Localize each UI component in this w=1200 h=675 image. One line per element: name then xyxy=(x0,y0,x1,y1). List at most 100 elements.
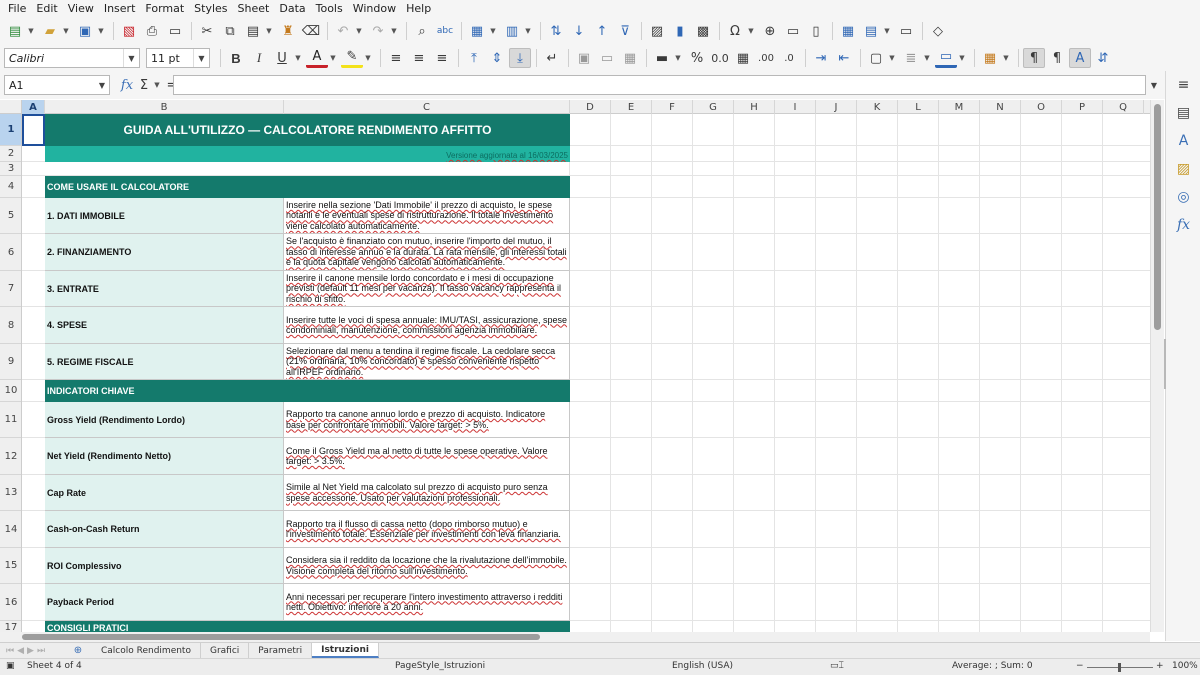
bold-icon[interactable]: B xyxy=(225,48,247,68)
indicator-5-description[interactable]: Considera sia il reddito da locazione ch… xyxy=(284,548,570,584)
autofilter-icon[interactable]: ⊽ xyxy=(614,21,636,41)
step-5-label[interactable]: 5. REGIME FISCALE xyxy=(45,344,284,380)
menu-styles[interactable]: Styles xyxy=(190,2,231,15)
row-header-15[interactable]: 15 xyxy=(0,548,21,584)
undo-dropdown-icon[interactable]: ▼ xyxy=(355,21,363,41)
highlighting-color-icon[interactable]: ✎ xyxy=(341,48,363,68)
row-header-11[interactable]: 11 xyxy=(0,402,21,438)
paste-icon[interactable]: ▤ xyxy=(242,21,264,41)
underline-icon[interactable]: U xyxy=(271,48,293,68)
row-header-2[interactable]: 2 xyxy=(0,146,21,162)
row-header-3[interactable]: 3 xyxy=(0,162,21,176)
indicator-2-label[interactable]: Net Yield (Rendimento Netto) xyxy=(45,438,284,475)
decrease-indent-icon[interactable]: ⇤ xyxy=(833,48,855,68)
header-footer-icon[interactable]: ▯ xyxy=(805,21,827,41)
section-header-indicators[interactable]: INDICATORI CHIAVE xyxy=(45,380,570,402)
text-orientation-horizontal-icon[interactable]: A xyxy=(1069,48,1091,68)
row-header-8[interactable]: 8 xyxy=(0,307,21,344)
sidebar-menu-icon[interactable]: ≡ xyxy=(1166,71,1200,99)
name-box[interactable]: A1 ▼ xyxy=(4,75,110,95)
percent-format-icon[interactable]: % xyxy=(686,48,708,68)
spellcheck-icon[interactable]: abc xyxy=(434,21,456,41)
zoom-out-icon[interactable]: − xyxy=(1076,661,1084,671)
column-header-n[interactable]: N xyxy=(980,100,1021,114)
row-header-14[interactable]: 14 xyxy=(0,511,21,548)
step-3-label[interactable]: 3. ENTRATE xyxy=(45,271,284,307)
define-print-area-icon[interactable]: ▦ xyxy=(837,21,859,41)
border-color-icon[interactable]: ▭ xyxy=(935,48,957,68)
align-bottom-icon[interactable]: ⤓ xyxy=(509,48,531,68)
row-header-9[interactable]: 9 xyxy=(0,344,21,380)
column-header-a[interactable]: A xyxy=(22,100,45,114)
freeze-dropdown-icon[interactable]: ▼ xyxy=(883,21,891,41)
section-header-how-to[interactable]: COME USARE IL CALCOLATORE xyxy=(45,176,570,198)
font-name-combobox[interactable]: Calibri ▼ xyxy=(4,48,140,68)
text-direction-rtl-icon[interactable]: ¶ xyxy=(1046,48,1068,68)
indicator-2-description[interactable]: Come il Gross Yield ma al netto di tutte… xyxy=(284,438,570,475)
save-icon[interactable]: ▣ xyxy=(74,21,96,41)
column-header-l[interactable]: L xyxy=(898,100,939,114)
column-header-b[interactable]: B xyxy=(45,100,284,114)
functions-icon[interactable]: fx xyxy=(1166,211,1200,239)
align-left-icon[interactable]: ≡ xyxy=(385,48,407,68)
open-dropdown-icon[interactable]: ▼ xyxy=(62,21,70,41)
navigator-icon[interactable]: ◎ xyxy=(1166,183,1200,211)
underline-dropdown-icon[interactable]: ▼ xyxy=(294,48,302,68)
conditional-format-icon[interactable]: ▦ xyxy=(979,48,1001,68)
horizontal-scrollbar[interactable] xyxy=(0,632,1150,642)
indicator-6-description[interactable]: Anni necessari per recuperare l'intero i… xyxy=(284,584,570,621)
indicator-1-label[interactable]: Gross Yield (Rendimento Lordo) xyxy=(45,402,284,438)
column-header-c[interactable]: C xyxy=(284,100,570,114)
menu-insert[interactable]: Insert xyxy=(100,2,140,15)
expand-formula-bar-icon[interactable]: ▼ xyxy=(1148,75,1160,95)
column-dropdown-icon[interactable]: ▼ xyxy=(524,21,532,41)
menu-sheet[interactable]: Sheet xyxy=(234,2,274,15)
clear-formatting-icon[interactable]: ⌫ xyxy=(300,21,322,41)
text-direction-ltr-icon[interactable]: ¶ xyxy=(1023,48,1045,68)
hyperlink-icon[interactable]: ⊕ xyxy=(759,21,781,41)
border-color-dropdown-icon[interactable]: ▼ xyxy=(958,48,966,68)
cut-icon[interactable]: ✂ xyxy=(196,21,218,41)
special-character-dropdown-icon[interactable]: ▼ xyxy=(747,21,755,41)
font-color-icon[interactable]: A xyxy=(306,48,328,68)
select-all-corner[interactable] xyxy=(0,100,22,114)
step-1-description[interactable]: Inserire nella sezione 'Dati Immobile' i… xyxy=(284,198,570,234)
split-window-icon[interactable]: ▭ xyxy=(895,21,917,41)
font-color-dropdown-icon[interactable]: ▼ xyxy=(329,48,337,68)
redo-dropdown-icon[interactable]: ▼ xyxy=(390,21,398,41)
section-header-tips[interactable]: CONSIGLI PRATICI xyxy=(45,621,570,632)
chevron-down-icon[interactable]: ▼ xyxy=(123,49,139,67)
previous-sheet-icon[interactable]: ◀ xyxy=(17,646,24,656)
show-draw-functions-icon[interactable]: ◇ xyxy=(927,21,949,41)
freeze-rows-columns-icon[interactable]: ▤ xyxy=(860,21,882,41)
merge-cells-icon[interactable]: ▭ xyxy=(596,48,618,68)
redo-icon[interactable]: ↷ xyxy=(367,21,389,41)
vertical-scrollbar[interactable] xyxy=(1150,100,1164,632)
align-right-icon[interactable]: ≡ xyxy=(431,48,453,68)
menu-tools[interactable]: Tools xyxy=(312,2,347,15)
column-header-i[interactable]: I xyxy=(775,100,816,114)
center-vertically-icon[interactable]: ⇕ xyxy=(486,48,508,68)
comment-icon[interactable]: ▭ xyxy=(782,21,804,41)
indicator-5-label[interactable]: ROI Complessivo xyxy=(45,548,284,584)
italic-icon[interactable]: I xyxy=(248,48,270,68)
menu-format[interactable]: Format xyxy=(141,2,188,15)
clone-formatting-icon[interactable]: ♜ xyxy=(277,21,299,41)
row-header-5[interactable]: 5 xyxy=(0,198,21,234)
add-decimal-place-icon[interactable]: .00 xyxy=(755,48,777,68)
sum-dropdown-icon[interactable]: ▼ xyxy=(153,75,161,95)
menu-data[interactable]: Data xyxy=(275,2,309,15)
row-header-12[interactable]: 12 xyxy=(0,438,21,475)
row-header-1[interactable]: 1 xyxy=(0,114,21,146)
indicator-4-label[interactable]: Cash-on-Cash Return xyxy=(45,511,284,548)
paste-dropdown-icon[interactable]: ▼ xyxy=(265,21,273,41)
indicator-1-description[interactable]: Rapporto tra canone annuo lordo e prezzo… xyxy=(284,402,570,438)
step-4-description[interactable]: Inserire tutte le voci di spesa annuale:… xyxy=(284,307,570,344)
row-header-10[interactable]: 10 xyxy=(0,380,21,402)
column-header-o[interactable]: O xyxy=(1021,100,1062,114)
unmerge-cells-icon[interactable]: ▦ xyxy=(619,48,641,68)
menu-edit[interactable]: Edit xyxy=(32,2,61,15)
row-icon[interactable]: ▦ xyxy=(466,21,488,41)
column-header-p[interactable]: P xyxy=(1062,100,1103,114)
wrap-text-icon[interactable]: ↵ xyxy=(541,48,563,68)
